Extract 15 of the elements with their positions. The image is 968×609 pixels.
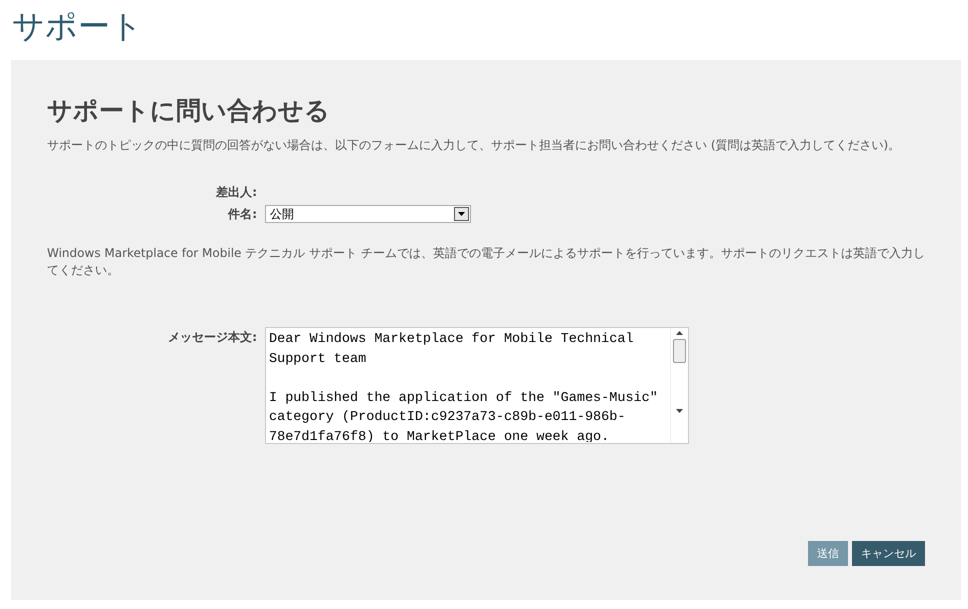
scroll-up-arrow-icon[interactable] (676, 331, 684, 335)
page-title: サポート (12, 6, 144, 47)
message-label: メッセージ本文: (167, 329, 258, 346)
dropdown-arrow-icon (458, 212, 465, 216)
sender-label: 差出人: (214, 184, 258, 201)
intro-text: サポートのトピックの中に質問の回答がない場合は、以下のフォームに入力して、サポート担当者にお問い合わせください (質問は英語で入力してください)。 (47, 137, 902, 154)
cancel-button[interactable]: キャンセル (852, 541, 925, 566)
scroll-thumb[interactable] (673, 339, 686, 363)
notice-text: Windows Marketplace for Mobile テクニカル サポート チームでは、英語での電子メールによるサポートを行っています。サポートのリクエストは英語で入力してください。 (47, 245, 925, 279)
scrollbar[interactable] (670, 328, 688, 443)
form-heading: サポートに問い合わせる (47, 95, 331, 127)
subject-label: 件名: (226, 206, 258, 222)
scroll-down-arrow-icon[interactable] (676, 409, 684, 413)
message-field[interactable]: Dear Windows Marketplace for Mobile Technical Support team I published the application of the "Games-Music" category (ProductID:c9237a73-c89b-e011-986b-78e7d1fa76f8) to MarketPlace one week ago. (265, 327, 689, 444)
subject-select[interactable]: 公開 (265, 205, 471, 223)
